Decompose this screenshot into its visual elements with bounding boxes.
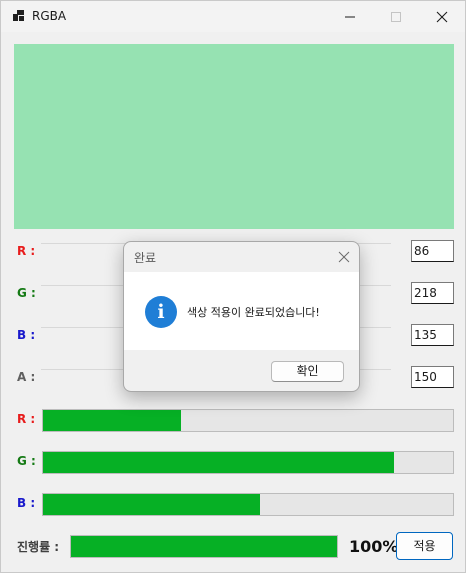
apply-button[interactable]: 적용 [396,532,453,560]
channel-label-b: B : [17,328,36,342]
maximize-button[interactable] [373,1,419,32]
bar-label-r: R : [17,412,36,426]
progress-bar [70,535,338,558]
completion-dialog: 완료 i 색상 적용이 완료되었습니다! 확인 [123,241,360,392]
level-bar-b-fill [43,494,260,515]
bar-label-b: B : [17,496,36,510]
dialog-body: i 색상 적용이 완료되었습니다! [124,272,359,350]
title-bar[interactable]: RGBA [1,1,465,32]
window-title: RGBA [32,9,67,23]
value-input-r[interactable]: 86 [411,240,454,262]
color-preview [14,44,454,229]
ok-button[interactable]: 확인 [271,361,344,382]
dialog-message: 색상 적용이 완료되었습니다! [187,306,320,319]
dialog-title: 완료 [134,251,157,265]
level-bar-g-fill [43,452,394,473]
bar-label-g: G : [17,454,36,468]
minimize-button[interactable] [327,1,373,32]
minimize-icon [345,16,355,18]
app-icon [13,10,25,22]
rgba-window: RGBA R : 86 G : 218 B : 135 A : 150 R : … [0,0,466,573]
info-icon: i [145,296,177,328]
dialog-close-button[interactable] [338,251,350,263]
maximize-icon [391,12,401,22]
channel-label-g: G : [17,286,36,300]
close-button[interactable] [419,1,465,32]
value-input-a[interactable]: 150 [411,366,454,388]
close-icon [338,251,350,263]
level-bar-g [42,451,454,474]
channel-label-r: R : [17,244,36,258]
channel-label-a: A : [17,370,36,384]
level-bar-b [42,493,454,516]
close-icon [436,11,448,23]
progress-percent: 100% [349,537,399,556]
progress-bar-fill [71,536,337,557]
level-bar-r [42,409,454,432]
progress-label: 진행률 : [17,540,60,554]
level-bar-r-fill [43,410,182,431]
value-input-b[interactable]: 135 [411,324,454,346]
value-input-g[interactable]: 218 [411,282,454,304]
